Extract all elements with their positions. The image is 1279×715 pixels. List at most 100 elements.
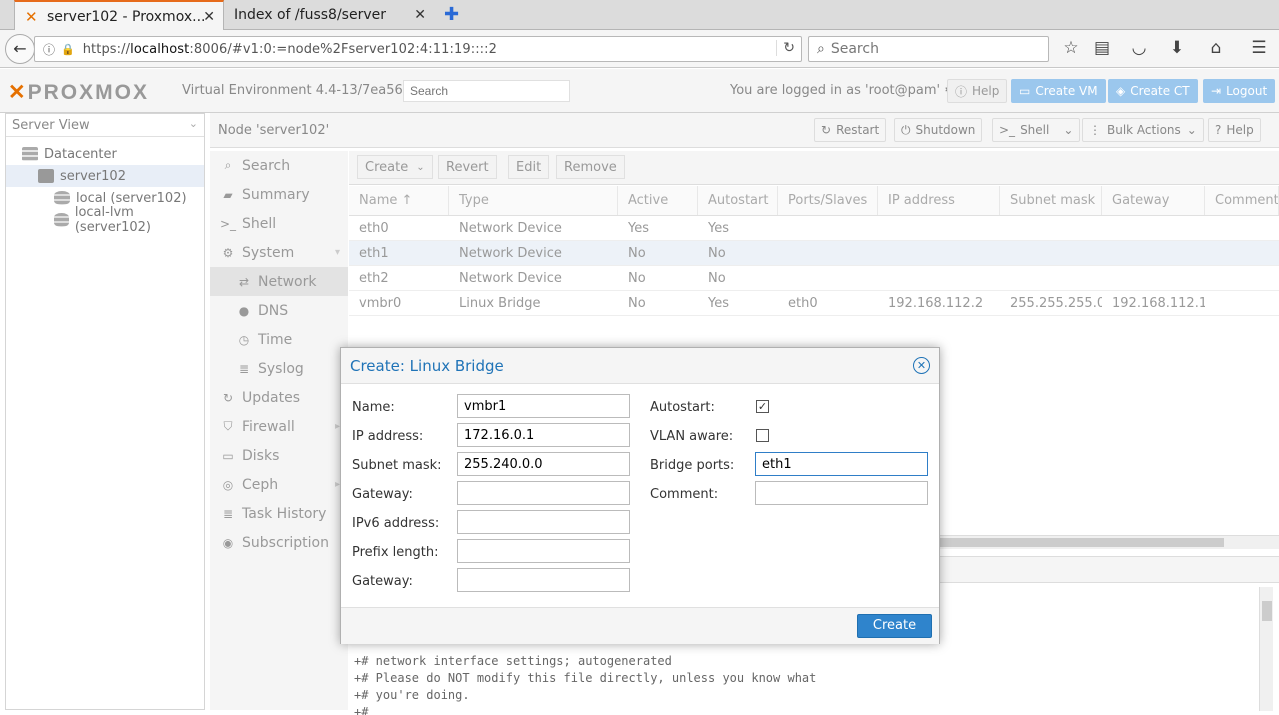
nav-system[interactable]: ⚙ System ▾: [210, 238, 348, 267]
url-bar[interactable]: ⓘ 🔒 https://localhost:8006/#v1:0:=node%2…: [34, 36, 802, 62]
col-subnet[interactable]: Subnet mask: [1000, 186, 1102, 215]
close-icon[interactable]: ✕: [913, 357, 930, 374]
support-icon: ◉: [222, 535, 234, 550]
nav-time[interactable]: ◷ Time: [210, 325, 348, 354]
ipv6-label: IPv6 address:: [352, 516, 440, 531]
bulk-actions-button[interactable]: ⋮ Bulk Actions ⌄: [1082, 118, 1204, 142]
help-button[interactable]: ⓘ Help: [947, 79, 1008, 103]
remove-button[interactable]: Remove: [556, 155, 625, 179]
col-comment[interactable]: Comment: [1205, 186, 1279, 215]
create-menu-button[interactable]: Create ⌄: [357, 155, 433, 179]
table-row[interactable]: eth0 Network Device Yes Yes: [349, 216, 1279, 241]
revert-button[interactable]: Revert: [438, 155, 497, 179]
refresh-icon: ↻: [222, 390, 234, 405]
tree-item-server102[interactable]: server102: [6, 165, 204, 187]
table-row[interactable]: vmbr0 Linux Bridge No Yes eth0 192.168.112.2 2…: [349, 291, 1279, 316]
view-selector[interactable]: Server View ⌄: [6, 114, 204, 137]
create-button[interactable]: Create: [857, 614, 932, 638]
back-button[interactable]: ←: [5, 34, 35, 64]
nav-subscription[interactable]: ◉ Subscription: [210, 528, 348, 557]
pocket-icon[interactable]: ◡: [1128, 38, 1150, 58]
browser-tab-proxmox[interactable]: ✕ server102 - Proxmox... ✕: [14, 0, 224, 31]
bridge-ports-label: Bridge ports:: [650, 458, 735, 473]
ellipsis-icon: ⋮: [1089, 123, 1101, 137]
create-linux-bridge-dialog: Create: Linux Bridge ✕ Name: IP address:…: [340, 347, 940, 644]
comment-field[interactable]: [755, 481, 928, 505]
lock-icon: 🔒: [61, 42, 75, 56]
col-name[interactable]: Name ↑: [349, 186, 449, 215]
network-grid: Name ↑ Type Active Autostart Ports/Slave…: [349, 186, 1279, 316]
table-row[interactable]: eth2 Network Device No No: [349, 266, 1279, 291]
vertical-scrollbar[interactable]: [1259, 587, 1273, 711]
reload-icon[interactable]: ↻: [776, 40, 795, 56]
restart-button[interactable]: ↻ Restart: [814, 118, 887, 142]
bookmark-star-icon[interactable]: ☆: [1060, 38, 1082, 58]
tab-title: server102 - Proxmox...: [47, 8, 206, 25]
autostart-label: Autostart:: [650, 400, 715, 415]
download-icon[interactable]: ⬇: [1166, 38, 1188, 58]
close-tab-icon[interactable]: ✕: [203, 9, 215, 25]
url-text: https://localhost:8006/#v1:0:=node%2Fser…: [82, 41, 498, 57]
nav-updates[interactable]: ↻ Updates: [210, 383, 348, 412]
autostart-checkbox[interactable]: ✓: [756, 400, 769, 413]
logout-button[interactable]: ⇥ Logout: [1203, 79, 1276, 103]
nav-network[interactable]: ⇄ Network: [210, 267, 348, 296]
col-gateway[interactable]: Gateway: [1102, 186, 1205, 215]
nav-firewall[interactable]: ⛉ Firewall ▸: [210, 412, 348, 441]
scroll-thumb[interactable]: [1262, 601, 1272, 621]
nav-task-history[interactable]: ≣ Task History: [210, 499, 348, 528]
gateway-label: Gateway:: [352, 487, 413, 502]
col-type[interactable]: Type: [449, 186, 618, 215]
search-icon: ⌕: [817, 41, 825, 57]
nav-shell[interactable]: >_ Shell: [210, 209, 348, 238]
tree-item-local-lvm[interactable]: local-lvm (server102): [6, 205, 204, 235]
shutdown-button[interactable]: ⏻ Shutdown: [894, 118, 983, 142]
server-icon: [38, 169, 54, 183]
tab-title: Index of /fuss8/server: [234, 7, 386, 23]
col-autostart[interactable]: Autostart: [698, 186, 778, 215]
nav-syslog[interactable]: ≣ Syslog: [210, 354, 348, 383]
create-vm-button[interactable]: ▭ Create VM: [1011, 79, 1106, 103]
new-tab-icon[interactable]: ✚: [444, 4, 459, 25]
nav-summary[interactable]: ▰ Summary: [210, 180, 348, 209]
clock-icon: ◷: [238, 332, 250, 347]
reading-list-icon[interactable]: ▤: [1091, 38, 1113, 58]
gateway-field[interactable]: [457, 481, 630, 505]
nav-ceph[interactable]: ◎ Ceph ▸: [210, 470, 348, 499]
col-active[interactable]: Active: [618, 186, 698, 215]
network-toolbar: Create ⌄ Revert Edit Remove: [349, 151, 1279, 185]
tree-item-datacenter[interactable]: Datacenter: [6, 143, 204, 165]
close-tab-icon[interactable]: ✕: [414, 7, 426, 23]
shell-button[interactable]: >_ Shell ⌄: [992, 118, 1081, 142]
table-row[interactable]: eth1 Network Device No No: [349, 241, 1279, 266]
nav-dns[interactable]: ● DNS: [210, 296, 348, 325]
browser-search-input[interactable]: ⌕ Search: [808, 36, 1049, 62]
vlan-aware-checkbox[interactable]: [756, 429, 769, 442]
gateway6-field[interactable]: [457, 568, 630, 592]
proxmox-logo: ✕PROXMOX: [8, 81, 149, 104]
nav-search[interactable]: ⌕ Search: [210, 151, 348, 180]
col-ports[interactable]: Ports/Slaves: [778, 186, 878, 215]
ceph-icon: ◎: [222, 477, 234, 492]
prefix-length-field[interactable]: [457, 539, 630, 563]
ipv6-address-field[interactable]: [457, 510, 630, 534]
info-icon[interactable]: ⓘ: [43, 41, 55, 58]
create-ct-button[interactable]: ◈ Create CT: [1108, 79, 1198, 103]
browser-tab-index[interactable]: Index of /fuss8/server ✕: [224, 0, 434, 30]
bridge-ports-field[interactable]: [755, 452, 928, 476]
ip-address-field[interactable]: [457, 423, 630, 447]
edit-button[interactable]: Edit: [508, 155, 550, 179]
info-icon: ⓘ: [955, 84, 968, 99]
menu-icon[interactable]: ☰: [1248, 38, 1270, 58]
gateway6-label: Gateway:: [352, 574, 413, 589]
subnet-mask-field[interactable]: [457, 452, 630, 476]
name-field[interactable]: [457, 394, 630, 418]
nav-disks[interactable]: ▭ Disks: [210, 441, 348, 470]
header-search-input[interactable]: [403, 80, 570, 102]
col-ip[interactable]: IP address: [878, 186, 1000, 215]
node-help-button[interactable]: ? Help: [1208, 118, 1261, 142]
home-icon[interactable]: ⌂: [1205, 38, 1227, 58]
proxmox-favicon-icon: ✕: [25, 7, 38, 26]
pending-diff: +# network interface settings; autogener…: [354, 654, 817, 715]
node-nav: ⌕ Search ▰ Summary >_ Shell ⚙ System ▾ ⇄ Netwo…: [210, 151, 348, 710]
